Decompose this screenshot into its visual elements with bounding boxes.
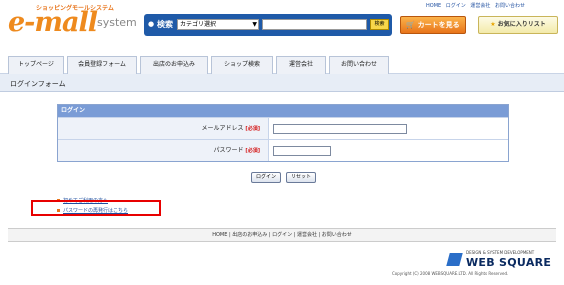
top-link-home[interactable]: HOME xyxy=(426,3,441,9)
star-icon: ★ xyxy=(490,21,496,28)
top-links: HOME ログイン 運営会社 お問い合わせ xyxy=(426,2,528,9)
highlight-box xyxy=(31,200,161,216)
chevron-down-icon: ▼ xyxy=(252,21,257,28)
favorites-button[interactable]: ★ お気に入りリスト xyxy=(478,16,558,34)
page-title: ログインフォーム xyxy=(10,80,66,88)
required-badge: [必須] xyxy=(245,148,260,154)
company-name: WEB SQUARE xyxy=(466,256,552,269)
reset-button[interactable]: リセット xyxy=(286,172,316,183)
tab-top[interactable]: トップページ xyxy=(8,56,64,74)
view-cart-label: カートを見る xyxy=(417,21,460,29)
tab-shop-search[interactable]: ショップ検索 xyxy=(211,56,273,74)
tab-company[interactable]: 運営会社 xyxy=(276,56,326,74)
password-row: パスワード [必須] xyxy=(58,139,508,161)
category-select-value: カテゴリ選択 xyxy=(180,21,217,28)
search-button[interactable]: 検索 xyxy=(370,19,389,30)
email-row: メールアドレス [必須] xyxy=(58,117,508,139)
required-badge: [必須] xyxy=(245,126,260,132)
email-label: メールアドレス xyxy=(201,125,244,132)
search-label: 検索 xyxy=(157,20,173,29)
form-heading: ログイン xyxy=(58,105,508,117)
main-nav: トップページ 会員登録フォーム 出店のお申込み ショップ検索 運営会社 お問い合… xyxy=(0,56,564,74)
favorites-label: お気に入りリスト xyxy=(497,21,546,28)
logo-subtitle: system xyxy=(97,16,137,29)
company-logo-mark-icon xyxy=(446,253,463,266)
category-select[interactable]: カテゴリ選択 ▼ xyxy=(177,19,259,30)
footer-nav[interactable]: HOME | 出店のお申込み | ログイン | 運営会社 | お問い合わせ xyxy=(8,228,556,242)
tab-contact[interactable]: お問い合わせ xyxy=(329,56,389,74)
bullet-icon: ● xyxy=(148,20,155,28)
site-header: ショッピングモールシステム e-mall system ● 検索 カテゴリ選択 … xyxy=(0,0,564,47)
login-form: ログイン メールアドレス [必須] パスワード [必須] xyxy=(57,104,509,162)
search-bar: ● 検索 カテゴリ選択 ▼ 検索 xyxy=(144,14,392,36)
view-cart-button[interactable]: 🛒 カートを見る xyxy=(400,16,466,34)
top-link-company[interactable]: 運営会社 xyxy=(470,3,490,9)
copyright: Copyright (C) 2008 WEBSQUARE.LTD. All Ri… xyxy=(392,271,509,276)
search-input[interactable] xyxy=(262,19,367,30)
login-button[interactable]: ログイン xyxy=(251,172,281,183)
tab-store-application[interactable]: 出店のお申込み xyxy=(140,56,208,74)
password-field[interactable] xyxy=(273,146,331,156)
company-logo: DESIGN & SYSTEM DEVELOPMENT WEB SQUARE xyxy=(446,250,556,270)
email-label-cell: メールアドレス [必須] xyxy=(58,118,269,139)
top-link-login[interactable]: ログイン xyxy=(446,3,466,9)
cart-icon: 🛒 xyxy=(406,21,416,29)
password-label-cell: パスワード [必須] xyxy=(58,140,269,161)
page-title-bar: ログインフォーム xyxy=(0,74,564,92)
company-tagline: DESIGN & SYSTEM DEVELOPMENT xyxy=(466,250,535,255)
top-link-contact[interactable]: お問い合わせ xyxy=(495,3,525,9)
password-label: パスワード xyxy=(213,147,244,154)
email-field[interactable] xyxy=(273,124,407,134)
tab-member-registration[interactable]: 会員登録フォーム xyxy=(67,56,137,74)
site-logo[interactable]: e-mall xyxy=(8,8,98,38)
